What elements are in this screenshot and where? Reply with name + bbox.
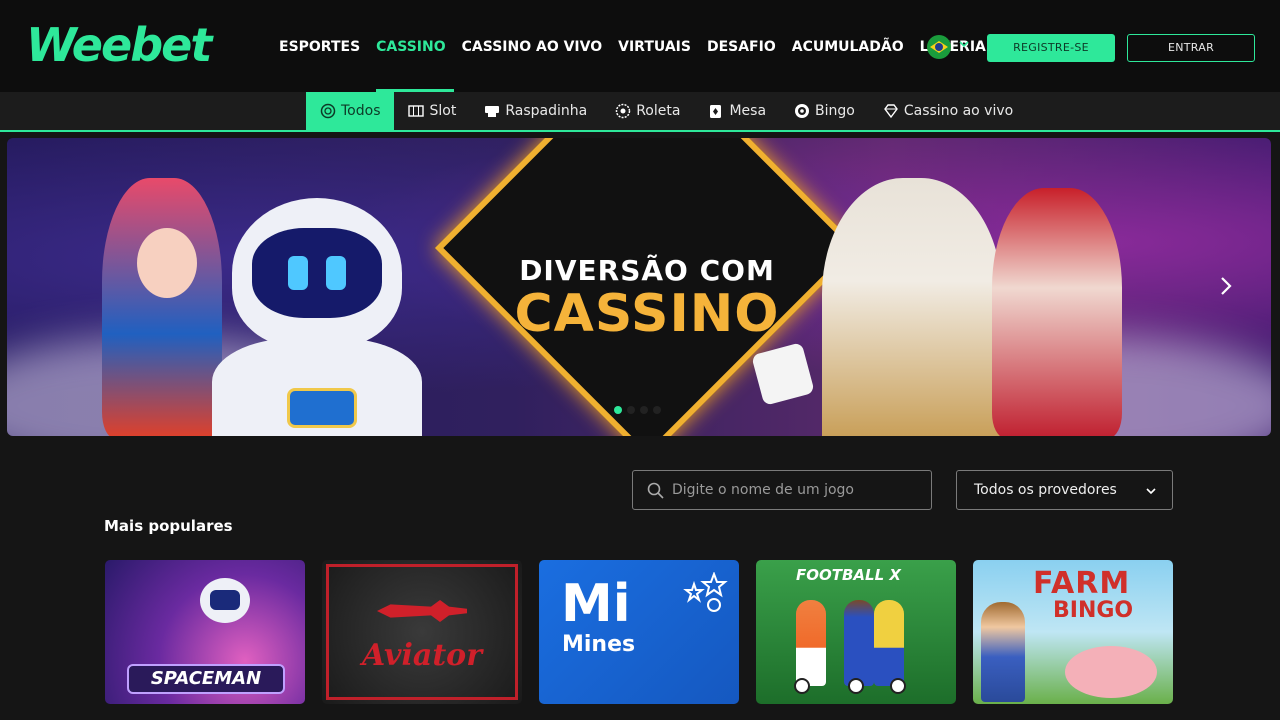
search-icon: [647, 482, 664, 499]
search-input[interactable]: [672, 482, 912, 498]
ball-image: [848, 678, 864, 694]
provider-selected-label: Todos os provedores: [974, 482, 1117, 498]
game-card-mines[interactable]: Mi Mines: [539, 560, 739, 704]
provider-select[interactable]: Todos os provedores: [956, 470, 1173, 510]
tab-label: Bingo: [815, 103, 855, 119]
astronaut-core: [287, 388, 357, 428]
tab-cassino-ao-vivo[interactable]: Cassino ao vivo: [869, 92, 1027, 130]
chip-icon: [320, 103, 336, 119]
jester-queen-character: [992, 188, 1122, 436]
promo-banner[interactable]: DIVERSÃO COM CASSINO: [7, 138, 1271, 436]
ball-image: [794, 678, 810, 694]
banner-title-line2: CASSINO: [514, 284, 780, 344]
ball-image: [890, 678, 906, 694]
game-title: Aviator: [362, 638, 482, 673]
category-bar: Todos Slot Raspadinha Roleta Mesa Bingo …: [0, 92, 1280, 132]
nav-acumuladao[interactable]: ACUMULADÃO: [784, 0, 912, 92]
game-card-aviator[interactable]: Aviator: [322, 560, 522, 704]
spaceman-image: [200, 578, 250, 623]
carousel-next-icon[interactable]: [1213, 273, 1239, 299]
carousel-dot[interactable]: [640, 406, 648, 414]
game-search-field[interactable]: [632, 470, 932, 510]
tab-roleta[interactable]: Roleta: [601, 92, 694, 130]
nav-desafio[interactable]: DESAFIO: [699, 0, 784, 92]
tab-label: Roleta: [636, 103, 681, 119]
diamond-icon: [883, 104, 898, 119]
game-title: FARM: [1033, 566, 1131, 601]
carousel-dot[interactable]: [627, 406, 635, 414]
main-nav: ESPORTES CASSINO CASSINO AO VIVO VIRTUAI…: [271, 0, 994, 92]
jester-character: [102, 178, 222, 436]
tab-label: Raspadinha: [505, 103, 588, 119]
weebet-logo[interactable]: Weebet: [26, 20, 212, 70]
cards-icon: [710, 105, 722, 118]
astronaut-character: [232, 198, 402, 348]
tab-slot[interactable]: Slot: [394, 92, 470, 130]
nav-esportes[interactable]: ESPORTES: [271, 0, 368, 92]
pig-image: [1065, 646, 1157, 698]
roulette-icon: [615, 103, 631, 119]
game-title: FOOTBALL X: [796, 566, 901, 584]
player-image: [874, 600, 904, 686]
tab-raspadinha[interactable]: Raspadinha: [470, 92, 601, 130]
register-button[interactable]: REGISTRE-SE: [987, 34, 1115, 62]
tab-label: Todos: [341, 103, 381, 119]
game-card-farm-bingo[interactable]: FARM BINGO: [973, 560, 1173, 704]
game-card-spaceman[interactable]: SPACEMAN: [105, 560, 305, 704]
section-title: Mais populares: [104, 517, 233, 535]
nav-virtuais[interactable]: VIRTUAIS: [610, 0, 699, 92]
game-card-football-x[interactable]: FOOTBALL X: [756, 560, 956, 704]
slot-machine-icon: [408, 105, 425, 117]
top-header: Weebet ESPORTES CASSINO CASSINO AO VIVO …: [0, 0, 1280, 92]
tab-mesa[interactable]: Mesa: [694, 92, 780, 130]
tab-label: Mesa: [729, 103, 767, 119]
tab-label: Slot: [429, 103, 457, 119]
player-image: [796, 600, 826, 686]
game-subtitle: BINGO: [1053, 598, 1134, 623]
carousel-dot[interactable]: [653, 406, 661, 414]
nav-cassino-ao-vivo[interactable]: CASSINO AO VIVO: [454, 0, 611, 92]
chevron-down-icon: [1146, 488, 1156, 495]
tab-label: Cassino ao vivo: [903, 103, 1014, 119]
game-title: Mi: [561, 574, 631, 634]
banner-title-line1: DIVERSÃO COM: [519, 254, 775, 287]
category-nav: Todos Slot Raspadinha Roleta Mesa Bingo …: [306, 92, 1027, 130]
game-title: SPACEMAN: [127, 664, 285, 694]
stars-icon: [683, 572, 728, 612]
scratch-card-icon: [485, 106, 500, 117]
zeus-character: [822, 178, 1002, 436]
carousel-dots: [614, 406, 661, 414]
aviator-frame: [326, 564, 518, 700]
game-subtitle: Mines: [562, 632, 636, 657]
carousel-dot[interactable]: [614, 406, 622, 414]
tab-bingo[interactable]: Bingo: [780, 92, 869, 130]
login-button[interactable]: ENTRAR: [1127, 34, 1255, 62]
player-image: [844, 600, 874, 686]
bingo-ball-icon: [795, 104, 810, 118]
tab-todos[interactable]: Todos: [306, 92, 395, 130]
nav-cassino[interactable]: CASSINO: [368, 0, 455, 92]
dice-image: [751, 342, 815, 406]
nav-loteria[interactable]: LOTERIA: [912, 0, 994, 92]
farmer-image: [981, 602, 1025, 702]
brazil-flag-icon[interactable]: [927, 35, 951, 59]
chevron-down-icon[interactable]: [958, 38, 970, 50]
